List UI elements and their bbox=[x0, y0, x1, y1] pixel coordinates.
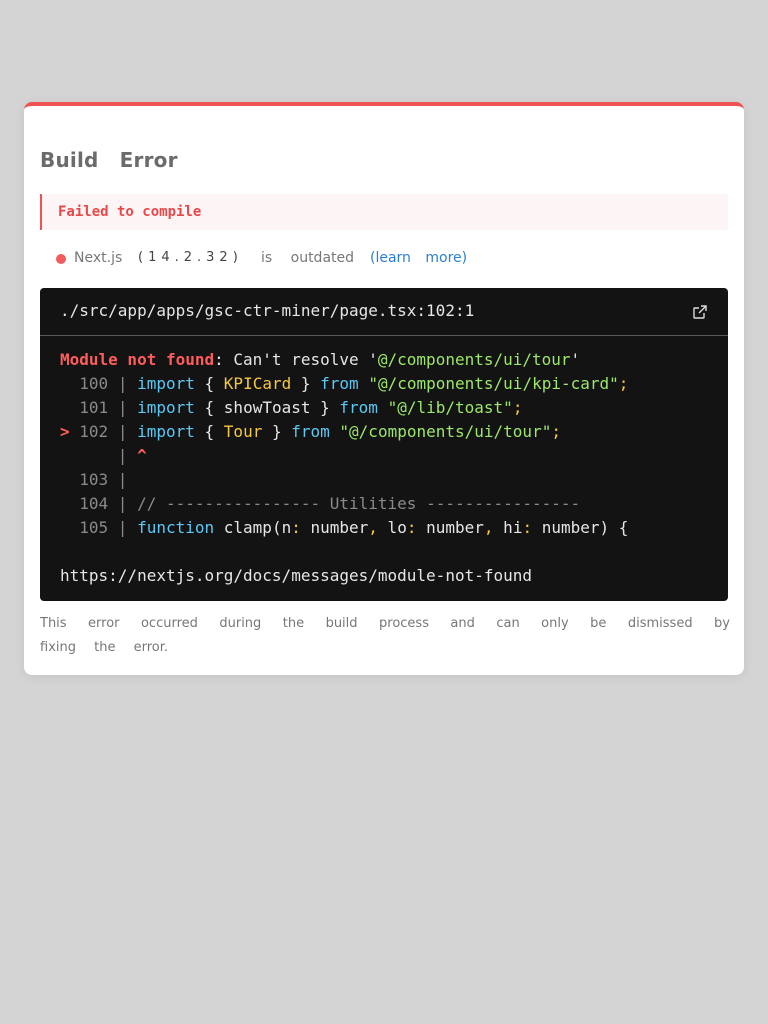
version-info: Next.js (14.2.32) is outdated (learn mor… bbox=[56, 248, 516, 268]
error-message: : Can't resolve ' bbox=[214, 350, 378, 369]
line-number: 100 bbox=[79, 374, 109, 393]
status-dot-icon bbox=[56, 254, 66, 264]
error-banner: Failed to compile bbox=[40, 194, 728, 230]
line-number: 101 bbox=[79, 398, 109, 417]
code-frame: ./src/app/apps/gsc-ctr-miner/page.tsx:10… bbox=[40, 288, 728, 601]
error-line-marker: > bbox=[60, 422, 70, 441]
docs-link[interactable]: https://nextjs.org/docs/messages/module-… bbox=[60, 566, 532, 585]
framework-name: Next.js bbox=[74, 250, 123, 266]
error-quote-end: ' bbox=[570, 350, 581, 369]
error-banner-text: Failed to compile bbox=[58, 204, 202, 220]
line-number: 104 bbox=[79, 494, 109, 513]
dialog-title: Build Error bbox=[40, 148, 178, 172]
build-error-dialog: Build Error Failed to compile Next.js (1… bbox=[24, 102, 744, 675]
error-label: Module not found bbox=[60, 350, 215, 369]
line-number: 105 bbox=[79, 518, 109, 537]
code-snippet: Module not found: Can't resolve '@/compo… bbox=[60, 350, 629, 585]
line-number: 102 bbox=[79, 422, 109, 441]
code-comment: // ---------------- Utilities ----------… bbox=[137, 494, 581, 513]
dismiss-note: This error occurred during the build pro… bbox=[40, 616, 730, 655]
code-line-error: > 102 | import { Tour } from "@/componen… bbox=[60, 422, 561, 441]
code-frame-header: ./src/app/apps/gsc-ctr-miner/page.tsx:10… bbox=[40, 288, 728, 336]
external-link-icon[interactable] bbox=[692, 304, 708, 320]
outdated-text: is outdated bbox=[261, 250, 355, 266]
line-number: 103 bbox=[79, 470, 109, 489]
learn-more-link[interactable]: (learn more) bbox=[370, 250, 467, 266]
code-line: 100 | import { KPICard } from "@/compone… bbox=[79, 374, 629, 393]
version-number: (14.2.32) bbox=[138, 250, 243, 265]
code-line: 101 | import { showToast } from "@/lib/t… bbox=[79, 398, 523, 417]
file-path[interactable]: ./src/app/apps/gsc-ctr-miner/page.tsx:10… bbox=[60, 301, 474, 320]
caret-indicator: ^ bbox=[137, 446, 147, 465]
missing-module: @/components/ui/tour bbox=[377, 350, 571, 369]
